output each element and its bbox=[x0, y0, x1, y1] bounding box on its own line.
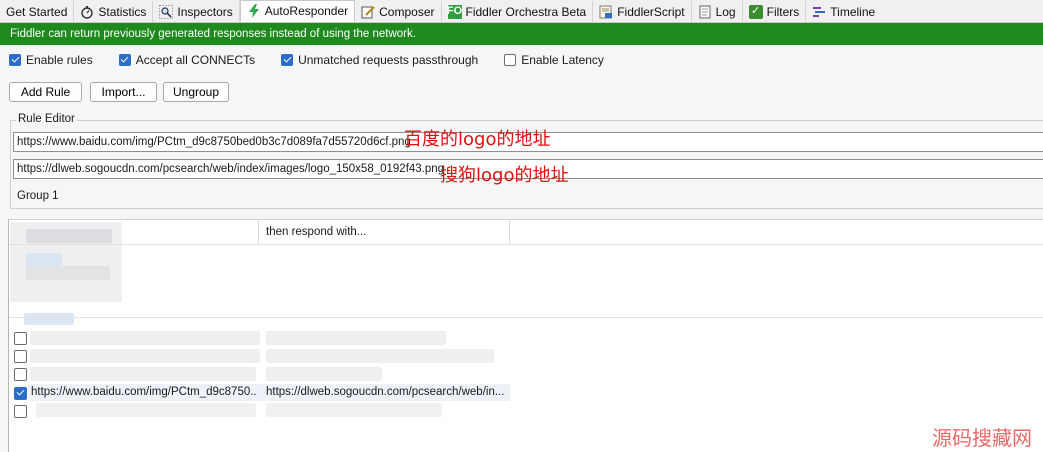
tab-label: Filters bbox=[766, 4, 800, 19]
tab-label: Fiddler Orchestra Beta bbox=[465, 4, 587, 19]
rule-editor-legend: Rule Editor bbox=[16, 113, 77, 125]
lightning-icon bbox=[247, 4, 261, 18]
redacted-area bbox=[30, 349, 260, 363]
redacted-area bbox=[266, 349, 494, 363]
script-icon bbox=[599, 5, 613, 19]
enable-latency-label: Enable Latency bbox=[521, 53, 604, 67]
table-row[interactable] bbox=[14, 403, 27, 419]
rule-match-cell: https://www.baidu.com/img/PCtm_d9c8750..… bbox=[31, 386, 256, 398]
accept-connects-option[interactable]: Accept all CONNECTs bbox=[118, 53, 256, 67]
tab-fiddlerscript[interactable]: FiddlerScript bbox=[593, 1, 692, 22]
tab-statistics[interactable]: Statistics bbox=[74, 1, 154, 22]
tab-autoresponder[interactable]: AutoResponder bbox=[239, 0, 356, 22]
redacted-area bbox=[36, 403, 256, 417]
enable-rules-label: Enable rules bbox=[26, 53, 93, 67]
tab-get-started[interactable]: Get Started bbox=[0, 1, 75, 22]
tab-filters[interactable]: ✓ Filters bbox=[743, 1, 807, 22]
info-banner: Fiddler can return previously generated … bbox=[0, 23, 1043, 45]
group-label: Group 1 bbox=[17, 190, 59, 202]
check-icon: ✓ bbox=[748, 4, 763, 19]
rule-action-cell: https://dlweb.sogoucdn.com/pcsearch/web/… bbox=[266, 386, 505, 398]
tab-fiddler-orchestra[interactable]: FO Fiddler Orchestra Beta bbox=[442, 1, 594, 22]
action-annotation: 搜狗logo的地址 bbox=[440, 165, 569, 186]
table-row[interactable] bbox=[14, 385, 27, 401]
tab-label: Statistics bbox=[98, 4, 147, 19]
redacted-area bbox=[26, 229, 112, 243]
enable-latency-option[interactable]: Enable Latency bbox=[504, 53, 604, 67]
table-row[interactable] bbox=[14, 348, 27, 364]
accept-connects-checkbox[interactable] bbox=[118, 54, 131, 66]
rule-checkbox[interactable] bbox=[14, 331, 27, 345]
table-row[interactable] bbox=[14, 366, 27, 382]
tab-inspectors[interactable]: Inspectors bbox=[153, 1, 240, 22]
column-header-action[interactable]: then respond with... bbox=[258, 220, 510, 244]
redacted-area bbox=[26, 266, 110, 280]
accept-connects-label: Accept all CONNECTs bbox=[135, 53, 256, 67]
match-annotation: 百度的logo的地址 bbox=[404, 129, 551, 150]
rule-checkbox[interactable] bbox=[14, 404, 27, 418]
tab-label: Composer bbox=[379, 4, 435, 19]
document-icon bbox=[698, 5, 712, 19]
redacted-area bbox=[24, 313, 74, 325]
tab-timeline[interactable]: Timeline bbox=[806, 1, 881, 22]
tab-label: Timeline bbox=[830, 4, 876, 19]
redacted-area bbox=[266, 403, 442, 417]
pencil-icon bbox=[361, 5, 375, 19]
redacted-area bbox=[26, 253, 62, 267]
import-button[interactable]: Import... bbox=[90, 82, 157, 102]
redacted-area bbox=[30, 331, 260, 345]
fo-icon: FO bbox=[446, 4, 463, 19]
unmatched-passthrough-checkbox[interactable] bbox=[281, 54, 294, 66]
rule-checkbox[interactable] bbox=[14, 386, 27, 400]
enable-rules-option[interactable]: Enable rules bbox=[9, 53, 93, 67]
redacted-area bbox=[266, 331, 446, 345]
enable-latency-checkbox[interactable] bbox=[504, 54, 517, 66]
tab-label: Get Started bbox=[6, 4, 68, 19]
tab-bar: Get Started Statistics Inspectors AutoRe… bbox=[0, 0, 1043, 23]
stopwatch-icon bbox=[80, 5, 94, 19]
tab-label: AutoResponder bbox=[264, 4, 349, 18]
timeline-icon bbox=[812, 5, 826, 19]
tab-label: Inspectors bbox=[177, 4, 233, 19]
tab-composer[interactable]: Composer bbox=[355, 1, 442, 22]
rule-checkbox[interactable] bbox=[14, 349, 27, 363]
divider bbox=[9, 244, 1043, 245]
unmatched-passthrough-option[interactable]: Unmatched requests passthrough bbox=[281, 53, 478, 67]
options-row: Enable rules Accept all CONNECTs Unmatch… bbox=[9, 52, 630, 68]
rule-checkbox[interactable] bbox=[14, 367, 27, 381]
tab-label: Log bbox=[715, 4, 736, 19]
redacted-area bbox=[266, 367, 382, 381]
magnifier-icon bbox=[159, 4, 174, 19]
table-row[interactable] bbox=[14, 330, 27, 346]
divider bbox=[9, 317, 1043, 318]
unmatched-passthrough-label: Unmatched requests passthrough bbox=[298, 53, 479, 67]
ungroup-button[interactable]: Ungroup bbox=[163, 82, 229, 102]
tab-log[interactable]: Log bbox=[692, 1, 743, 22]
watermark: 源码搜藏网 bbox=[932, 426, 1032, 450]
add-rule-button[interactable]: Add Rule bbox=[9, 82, 82, 102]
enable-rules-checkbox[interactable] bbox=[9, 54, 21, 66]
tab-label: FiddlerScript bbox=[617, 4, 685, 19]
redacted-area bbox=[30, 367, 256, 381]
